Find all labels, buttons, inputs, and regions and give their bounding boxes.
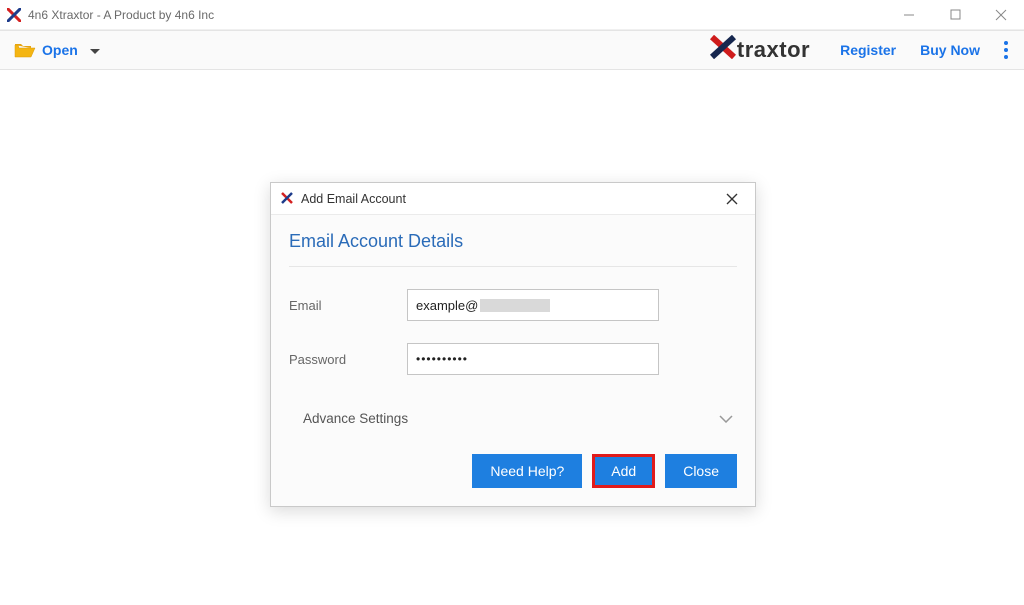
add-email-account-dialog: Add Email Account Email Account Details … (270, 182, 756, 507)
password-row: Password •••••••••• (289, 343, 737, 375)
close-button[interactable]: Close (665, 454, 737, 488)
folder-open-icon (14, 42, 34, 58)
titlebar: 4n6 Xtraxtor - A Product by 4n6 Inc (0, 0, 1024, 30)
password-label: Password (289, 352, 407, 367)
section-title: Email Account Details (289, 231, 737, 267)
password-field[interactable]: •••••••••• (407, 343, 659, 375)
chevron-down-icon (719, 411, 733, 426)
open-menu-button[interactable]: Open (14, 42, 100, 58)
register-link[interactable]: Register (840, 42, 896, 58)
close-window-button[interactable] (978, 0, 1024, 29)
window-title: 4n6 Xtraxtor - A Product by 4n6 Inc (28, 8, 214, 22)
email-label: Email (289, 298, 407, 313)
maximize-button[interactable] (932, 0, 978, 29)
advance-settings-toggle[interactable]: Advance Settings (289, 405, 737, 432)
dialog-title: Add Email Account (301, 192, 406, 206)
toolbar: Open traxtor Register Buy Now (0, 30, 1024, 70)
dialog-footer: Need Help? Add Close (289, 432, 737, 492)
redacted-segment (480, 299, 550, 312)
email-row: Email example@ (289, 289, 737, 321)
open-label: Open (42, 42, 78, 58)
add-button[interactable]: Add (595, 457, 652, 485)
dialog-close-button[interactable] (719, 186, 745, 212)
more-menu-button[interactable] (998, 37, 1014, 63)
minimize-button[interactable] (886, 0, 932, 29)
app-icon (6, 7, 22, 23)
dialog-header: Add Email Account (271, 183, 755, 215)
buy-now-link[interactable]: Buy Now (920, 42, 980, 58)
dialog-app-icon (281, 192, 295, 206)
dialog-body: Email Account Details Email example@ Pas… (271, 215, 755, 506)
logo-x-icon (710, 35, 736, 65)
window-controls (886, 0, 1024, 29)
password-value: •••••••••• (416, 352, 468, 366)
chevron-down-icon (90, 42, 100, 58)
add-button-highlight: Add (592, 454, 655, 488)
advance-settings-label: Advance Settings (303, 411, 408, 426)
email-field[interactable]: example@ (407, 289, 659, 321)
need-help-button[interactable]: Need Help? (472, 454, 582, 488)
email-value-prefix: example@ (416, 298, 478, 313)
logo-text: traxtor (737, 37, 810, 63)
app-logo: traxtor (710, 35, 810, 65)
